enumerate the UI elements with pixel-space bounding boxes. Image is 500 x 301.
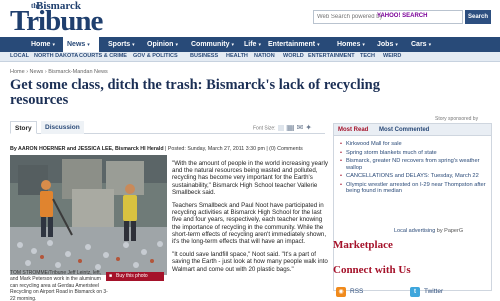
rss-label: RSS [350, 288, 364, 295]
nav-opinion[interactable]: Opinion ▾ [143, 37, 178, 52]
page-title: Get some class, ditch the trash: Bismarc… [10, 77, 380, 108]
recycling-photo-image [10, 155, 167, 275]
list-item[interactable]: CANCELLATIONS and DELAYS: Tuesday, March… [340, 173, 490, 180]
byline-posted: | Posted: Sunday, March 27, 2011 3:30 pm… [163, 146, 303, 152]
list-item[interactable]: Spring storm blankets much of state [340, 150, 490, 157]
article-paragraph: "With the amount of people in the world … [172, 160, 328, 196]
logo-tribune: Tribune [10, 5, 103, 37]
twitter-label: Twitter [424, 288, 444, 295]
local-advertising-label: Local advertising [394, 228, 436, 234]
nav-jobs[interactable]: Jobs ▾ [373, 37, 398, 52]
secondary-nav: LOCAL NORTH DAKOTA COURTS & CRIME GOV & … [0, 52, 500, 62]
list-item[interactable]: Bismarck, greater ND recovers from sprin… [340, 158, 490, 171]
marketplace-heading[interactable]: Marketplace [333, 239, 393, 251]
nav-cars[interactable]: Cars ▾ [407, 37, 431, 52]
byline: By AARON HOERNER and JESSICA LEE, Bismar… [10, 146, 330, 152]
chevron-down-icon: ▾ [132, 42, 135, 48]
nav-life[interactable]: Life ▾ [240, 37, 261, 52]
print-icon[interactable]: ▤ [287, 123, 297, 132]
rss-icon: ◉ [336, 287, 346, 297]
photo-caption: TOM STROMME/Tribune Jeff Leintz, left, a… [10, 270, 108, 301]
buy-photo-button[interactable]: ■ Buy this photo [106, 272, 164, 281]
local-advertising-by: by PaperG [435, 228, 464, 234]
search-bar: YAHOO! SEARCH Search [313, 10, 493, 24]
buy-photo-label: Buy this photo [116, 273, 148, 279]
article-photo[interactable] [10, 155, 167, 275]
chevron-down-icon: ▾ [231, 42, 235, 48]
popular-list: Kirkwood Mall for sale Spring storm blan… [340, 141, 490, 197]
font-size-label: Font Size: [253, 125, 276, 132]
article-paragraph: "It could save landfill space," Noot sai… [172, 251, 328, 273]
chevron-down-icon: ▾ [258, 42, 261, 48]
article-tools: ▤✉✦ [287, 123, 314, 132]
chevron-down-icon: ▾ [52, 42, 55, 48]
twitter-icon: t [410, 287, 420, 297]
rss-link[interactable]: ◉ RSS [336, 286, 363, 298]
breadcrumb[interactable]: Home › News › Bismarck-Mandan News [10, 69, 108, 75]
subnav-gov-politics[interactable]: GOV & POLITICS [133, 53, 178, 59]
chevron-down-icon: ▾ [428, 42, 432, 48]
subnav-weird[interactable]: WEIRD [383, 53, 401, 59]
site-logo[interactable]: the Bismarck Tribune [10, 0, 130, 37]
nav-homes[interactable]: Homes ▾ [333, 37, 365, 52]
twitter-link[interactable]: t Twitter [410, 286, 443, 298]
byline-authors: By AARON HOERNER and JESSICA LEE, Bismar… [10, 146, 164, 152]
subnav-nation[interactable]: NATION [254, 53, 275, 59]
share-icon[interactable]: ✦ [305, 123, 314, 132]
subnav-entertainment[interactable]: ENTERTAINMENT [308, 53, 355, 59]
camera-icon: ■ [109, 273, 113, 279]
font-size-decrease[interactable] [277, 125, 284, 131]
article-paragraph: Teachers Smallbeck and Paul Noot have pa… [172, 202, 327, 246]
tab-story[interactable]: Story [10, 121, 37, 134]
subnav-health[interactable]: HEALTH [226, 53, 248, 59]
primary-nav: Home ▾ News ▾ Sports ▾ Opinion ▾ Community ▾ … [0, 37, 500, 52]
article-body: "With the amount of people in the world … [172, 160, 332, 279]
story-tabs: Story Discussion Font Size: ▤✉✦ [10, 121, 325, 134]
chevron-down-icon: ▾ [87, 42, 90, 48]
email-icon[interactable]: ✉ [297, 123, 306, 132]
subnav-local[interactable]: LOCAL [10, 53, 29, 59]
nav-sports[interactable]: Sports ▾ [104, 37, 135, 52]
subnav-world[interactable]: WORLD [283, 53, 304, 59]
nav-home[interactable]: Home ▾ [27, 37, 55, 52]
chevron-down-icon: ▾ [317, 42, 320, 48]
subnav-north-dakota[interactable]: NORTH DAKOTA [34, 53, 78, 59]
subnav-tech[interactable]: TECH [360, 53, 375, 59]
local-advertising-link[interactable]: Local advertising by PaperG [394, 228, 463, 234]
nav-news[interactable]: News ▾ [63, 37, 99, 52]
tab-discussion[interactable]: Discussion [41, 121, 84, 134]
sponsor-notice: Story sponsored by [435, 116, 479, 122]
search-button[interactable]: Search [465, 10, 491, 24]
subnav-courts-crime[interactable]: COURTS & CRIME [79, 53, 127, 59]
tab-most-commented[interactable]: Most Commented [379, 127, 429, 133]
list-item[interactable]: Olympic wrestler arrested on I-29 near T… [340, 182, 490, 195]
list-item[interactable]: Kirkwood Mall for sale [340, 141, 490, 148]
tab-most-read[interactable]: Most Read [338, 127, 368, 133]
chevron-down-icon: ▾ [362, 42, 365, 48]
nav-entertainment[interactable]: Entertainment ▾ [264, 37, 320, 52]
popular-tabs: Most Read Most Commented [334, 124, 491, 136]
nav-community[interactable]: Community ▾ [187, 37, 234, 52]
subnav-business[interactable]: BUSINESS [190, 53, 218, 59]
connect-heading: Connect with Us [333, 264, 411, 276]
masthead: the Bismarck Tribune YAHOO! SEARCH Searc… [0, 0, 500, 37]
chevron-down-icon: ▾ [395, 42, 398, 48]
yahoo-search-logo: YAHOO! SEARCH [377, 13, 428, 19]
chevron-down-icon: ▾ [175, 42, 178, 48]
